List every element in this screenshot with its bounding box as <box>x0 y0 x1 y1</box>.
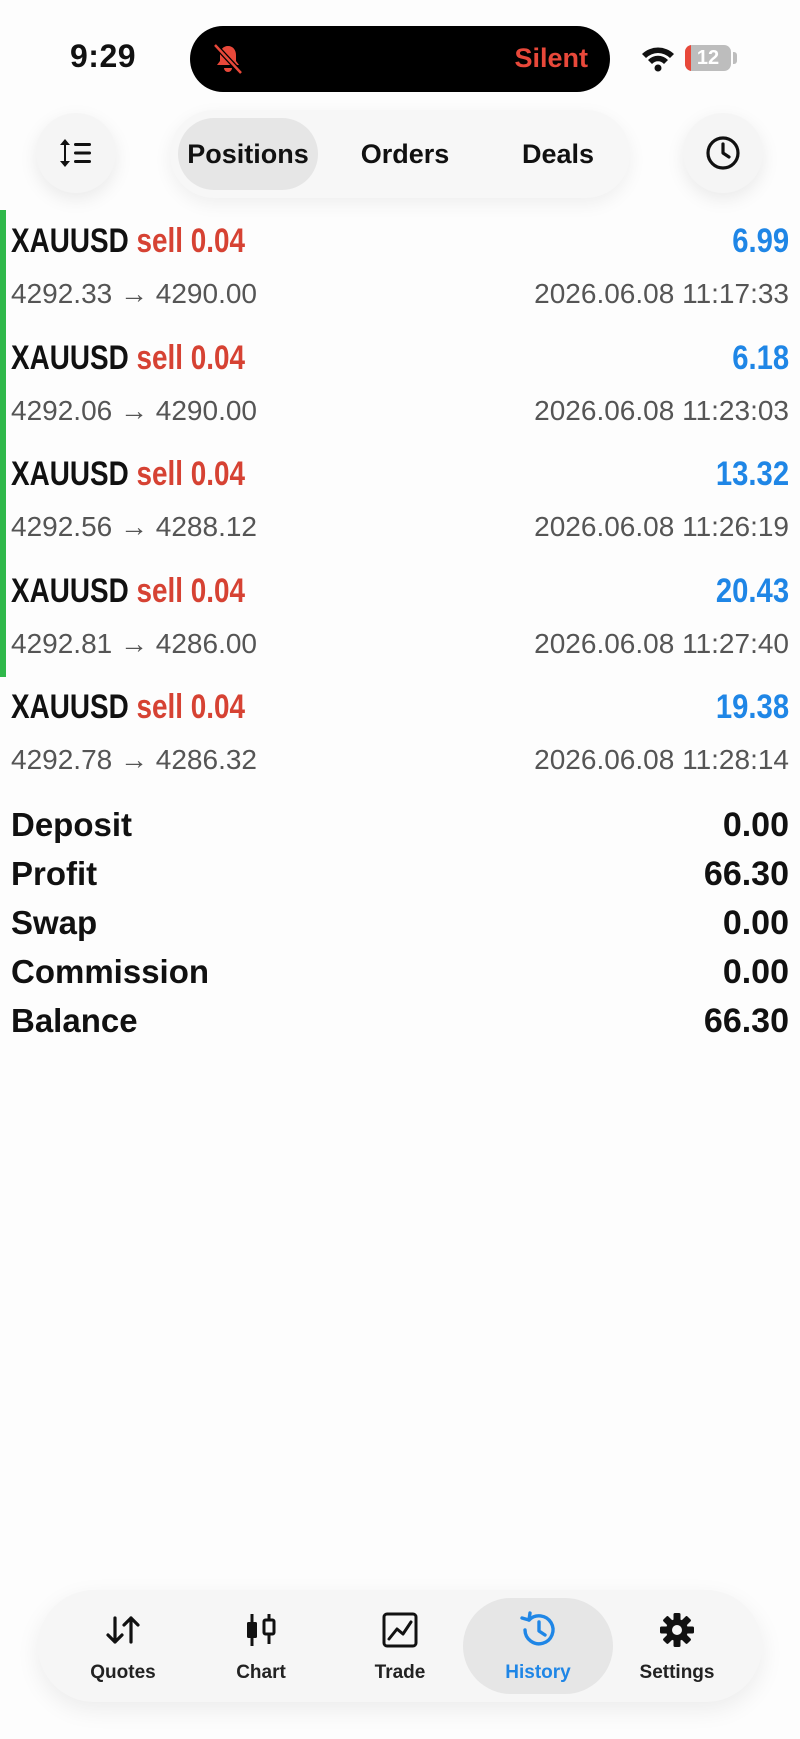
deal-close-price: 4290.00 <box>155 394 257 426</box>
status-bar: 9:29 Silent 12 <box>0 0 800 100</box>
tab-history-label: History <box>505 1662 571 1683</box>
deal-prices: 4292.33 → 4290.00 <box>11 278 257 310</box>
wifi-icon <box>642 47 674 72</box>
deal-open-price: 4292.78 <box>11 744 113 775</box>
summary-value: 66.30 <box>703 1002 789 1040</box>
deal-profit: 6.99 <box>732 222 789 260</box>
summary-value: 0.00 <box>722 904 789 942</box>
summary-row-swap: Swap 0.00 <box>0 900 800 949</box>
history-icon <box>520 1611 555 1646</box>
summary-label: Commission <box>11 953 210 990</box>
tab-deals[interactable]: Deals <box>488 118 628 190</box>
battery-indicator: 12 <box>685 45 731 71</box>
tab-quotes-label: Quotes <box>90 1662 156 1683</box>
trade-chart-icon <box>382 1612 418 1648</box>
deal-side-volume: sell 0.04 <box>136 571 246 610</box>
summary-label: Deposit <box>11 806 133 843</box>
deal-side-volume: sell 0.04 <box>136 688 246 726</box>
deal-title: XAUUSD sell 0.04 <box>11 455 245 494</box>
deal-title: XAUUSD sell 0.04 <box>11 688 245 727</box>
period-button[interactable] <box>683 113 763 193</box>
bell-muted-icon <box>213 43 243 75</box>
deal-row[interactable]: XAUUSD sell 0.04 20.43 4292.81 → 4286.00 20… <box>0 560 800 676</box>
deal-symbol: XAUUSD <box>11 571 129 610</box>
deal-close-price: 4288.12 <box>155 511 257 542</box>
deal-close-price: 4290.00 <box>155 278 257 309</box>
deal-row[interactable]: XAUUSD sell 0.04 6.18 4292.06 → 4290.00 202… <box>0 327 800 443</box>
quotes-icon <box>106 1616 140 1644</box>
tab-history[interactable]: History <box>463 1598 613 1694</box>
deal-open-price: 4292.56 <box>11 511 113 542</box>
deal-row[interactable]: XAUUSD sell 0.04 19.38 4292.78 → 4286.32 20… <box>0 676 800 792</box>
deal-open-price: 4292.33 <box>11 278 113 309</box>
deal-profit: 20.43 <box>715 571 789 610</box>
deal-time: 2026.06.08 11:26:19 <box>534 511 789 542</box>
deal-row[interactable]: XAUUSD sell 0.04 13.32 4292.56 → 4288.12 20… <box>0 443 800 559</box>
deal-profit: 19.38 <box>715 688 789 726</box>
deal-symbol: XAUUSD <box>11 688 129 726</box>
tab-settings-label: Settings <box>639 1662 715 1683</box>
sort-icon <box>60 139 91 167</box>
deal-time: 2026.06.08 11:28:14 <box>534 744 789 775</box>
summary-row-balance: Balance 66.30 <box>0 998 800 1047</box>
deal-prices: 4292.06 → 4290.00 <box>11 395 257 427</box>
bottom-tab-bar: Quotes Chart Trade History Settings <box>38 1590 762 1702</box>
deal-side-volume: sell 0.04 <box>136 455 246 493</box>
summary-label: Profit <box>11 855 98 892</box>
summary-row-deposit: Deposit 0.00 <box>0 802 800 851</box>
deal-prices: 4292.78 → 4286.32 <box>11 744 257 776</box>
deal-symbol: XAUUSD <box>11 338 129 377</box>
battery-percentage: 12 <box>696 47 720 69</box>
summary-value: 66.30 <box>703 855 789 893</box>
deal-time: 2026.06.08 11:23:03 <box>534 394 789 426</box>
deal-open-price: 4292.06 <box>11 394 113 426</box>
deal-symbol: XAUUSD <box>11 455 129 493</box>
deal-close-price: 4286.00 <box>155 627 257 659</box>
clock-icon <box>706 136 740 170</box>
positions-orders-deals-selector: Positions Orders Deals <box>170 110 630 198</box>
summary-row-profit: Profit 66.30 <box>0 851 800 900</box>
summary-value: 0.00 <box>722 953 789 991</box>
deal-row[interactable]: XAUUSD sell 0.04 6.99 4292.33 → 4290.00 202… <box>0 210 800 326</box>
arrow-right-icon: → <box>120 511 148 542</box>
gear-icon <box>660 1613 694 1647</box>
arrow-right-icon: → <box>120 627 148 659</box>
deal-title: XAUUSD sell 0.04 <box>11 339 245 378</box>
deal-prices: 4292.56 → 4288.12 <box>11 511 257 543</box>
deal-open-price: 4292.81 <box>11 627 113 659</box>
tab-orders[interactable]: Orders <box>335 118 475 190</box>
deal-time: 2026.06.08 11:27:40 <box>534 627 789 659</box>
summary-label: Balance <box>11 1002 138 1039</box>
deal-symbol: XAUUSD <box>11 222 129 260</box>
candlestick-icon <box>247 1614 276 1646</box>
deal-title: XAUUSD sell 0.04 <box>11 572 245 611</box>
dynamic-island: Silent <box>190 26 610 92</box>
tab-chart[interactable]: Chart <box>186 1598 336 1694</box>
deal-side-volume: sell 0.04 <box>136 338 246 377</box>
arrow-right-icon: → <box>120 744 148 775</box>
battery-tip <box>733 52 737 64</box>
summary-label: Swap <box>11 904 98 941</box>
deal-title: XAUUSD sell 0.04 <box>11 222 245 261</box>
summary-value: 0.00 <box>722 806 789 844</box>
tab-positions[interactable]: Positions <box>178 118 318 190</box>
silent-mode-label: Silent <box>514 43 588 73</box>
arrow-right-icon: → <box>120 394 148 426</box>
deal-profit: 13.32 <box>715 455 789 493</box>
tab-chart-label: Chart <box>236 1662 286 1683</box>
deal-time: 2026.06.08 11:17:33 <box>534 278 789 309</box>
tab-settings[interactable]: Settings <box>602 1598 752 1694</box>
tab-quotes[interactable]: Quotes <box>48 1598 198 1694</box>
deal-close-price: 4286.32 <box>155 744 257 775</box>
tab-trade[interactable]: Trade <box>325 1598 475 1694</box>
deal-side-volume: sell 0.04 <box>136 222 246 260</box>
sort-button[interactable] <box>36 113 116 193</box>
deal-profit: 6.18 <box>732 338 789 377</box>
summary-row-commission: Commission 0.00 <box>0 949 800 998</box>
deal-prices: 4292.81 → 4286.00 <box>11 628 257 660</box>
arrow-right-icon: → <box>120 278 148 309</box>
status-time: 9:29 <box>70 38 137 74</box>
tab-trade-label: Trade <box>374 1662 426 1683</box>
